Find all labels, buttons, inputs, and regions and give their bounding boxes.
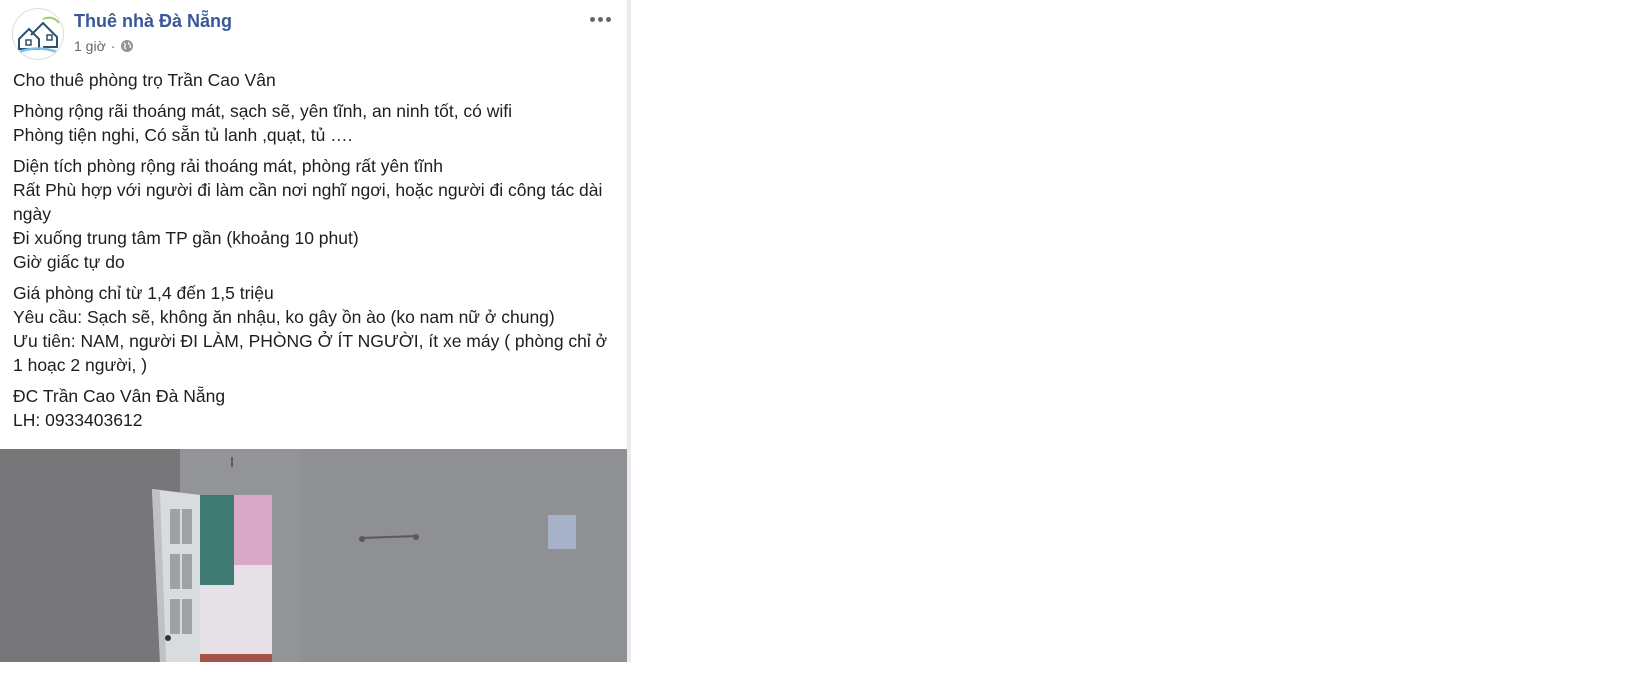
post-paragraph: Giá phòng chỉ từ 1,4 đến 1,5 triệu Yêu cầ… — [13, 281, 618, 377]
post-text-line: ĐC Trần Cao Vân Đà Nẵng — [13, 386, 226, 406]
globe-icon[interactable] — [120, 39, 134, 53]
more-options-icon-dot — [605, 16, 611, 22]
post-text-line: LH: 0933403612 — [13, 410, 143, 430]
post-header: Thuê nhà Đà Nẵng 1 giờ · — [12, 8, 615, 62]
post-text-line: Giờ giấc tự do — [13, 252, 125, 272]
post-text-line: Diện tích phòng rộng rải thoáng mát, phò… — [13, 156, 444, 176]
post-text-line: Rất Phù hợp với người đi làm cần nơi ngh… — [13, 180, 603, 224]
more-options-icon-dot — [597, 16, 603, 22]
post-meta: 1 giờ · — [74, 38, 134, 54]
post-text-line: Cho thuê phòng trọ Trần Cao Vân — [13, 70, 276, 90]
post-text-line: Đi xuống trung tâm TP gần (khoảng 10 phu… — [13, 228, 359, 248]
meta-separator: · — [110, 38, 116, 54]
post-timestamp[interactable]: 1 giờ — [74, 38, 106, 54]
post-text-line: Phòng tiện nghi, Có sẵn tủ lanh ,quạt, t… — [13, 125, 353, 145]
post-text-line: Phòng rộng rãi thoáng mát, sạch sẽ, yên … — [13, 101, 513, 121]
page-name-link[interactable]: Thuê nhà Đà Nẵng — [74, 11, 232, 32]
post-photo[interactable] — [0, 449, 627, 662]
post-text-line: Ưu tiên: NAM, người ĐI LÀM, PHÒNG Ở ÍT N… — [13, 331, 608, 375]
house-logo-icon — [14, 10, 62, 58]
post-card: Thuê nhà Đà Nẵng 1 giờ · Cho thuê phòng … — [0, 0, 631, 662]
page-avatar[interactable] — [12, 8, 64, 60]
more-options-button[interactable] — [585, 8, 615, 30]
more-options-icon — [589, 16, 595, 22]
room-photo-image — [0, 449, 627, 662]
post-paragraph: Diện tích phòng rộng rải thoáng mát, phò… — [13, 154, 618, 274]
post-text-line: Giá phòng chỉ từ 1,4 đến 1,5 triệu — [13, 283, 274, 303]
post-paragraph: ĐC Trần Cao Vân Đà Nẵng LH: 0933403612 — [13, 384, 618, 432]
post-text-line: Yêu cầu: Sạch sẽ, không ăn nhậu, ko gây … — [13, 307, 555, 327]
post-body-text: Cho thuê phòng trọ Trần Cao Vân Phòng rộn… — [13, 68, 618, 439]
post-paragraph: Cho thuê phòng trọ Trần Cao Vân — [13, 68, 618, 92]
post-paragraph: Phòng rộng rãi thoáng mát, sạch sẽ, yên … — [13, 99, 618, 147]
